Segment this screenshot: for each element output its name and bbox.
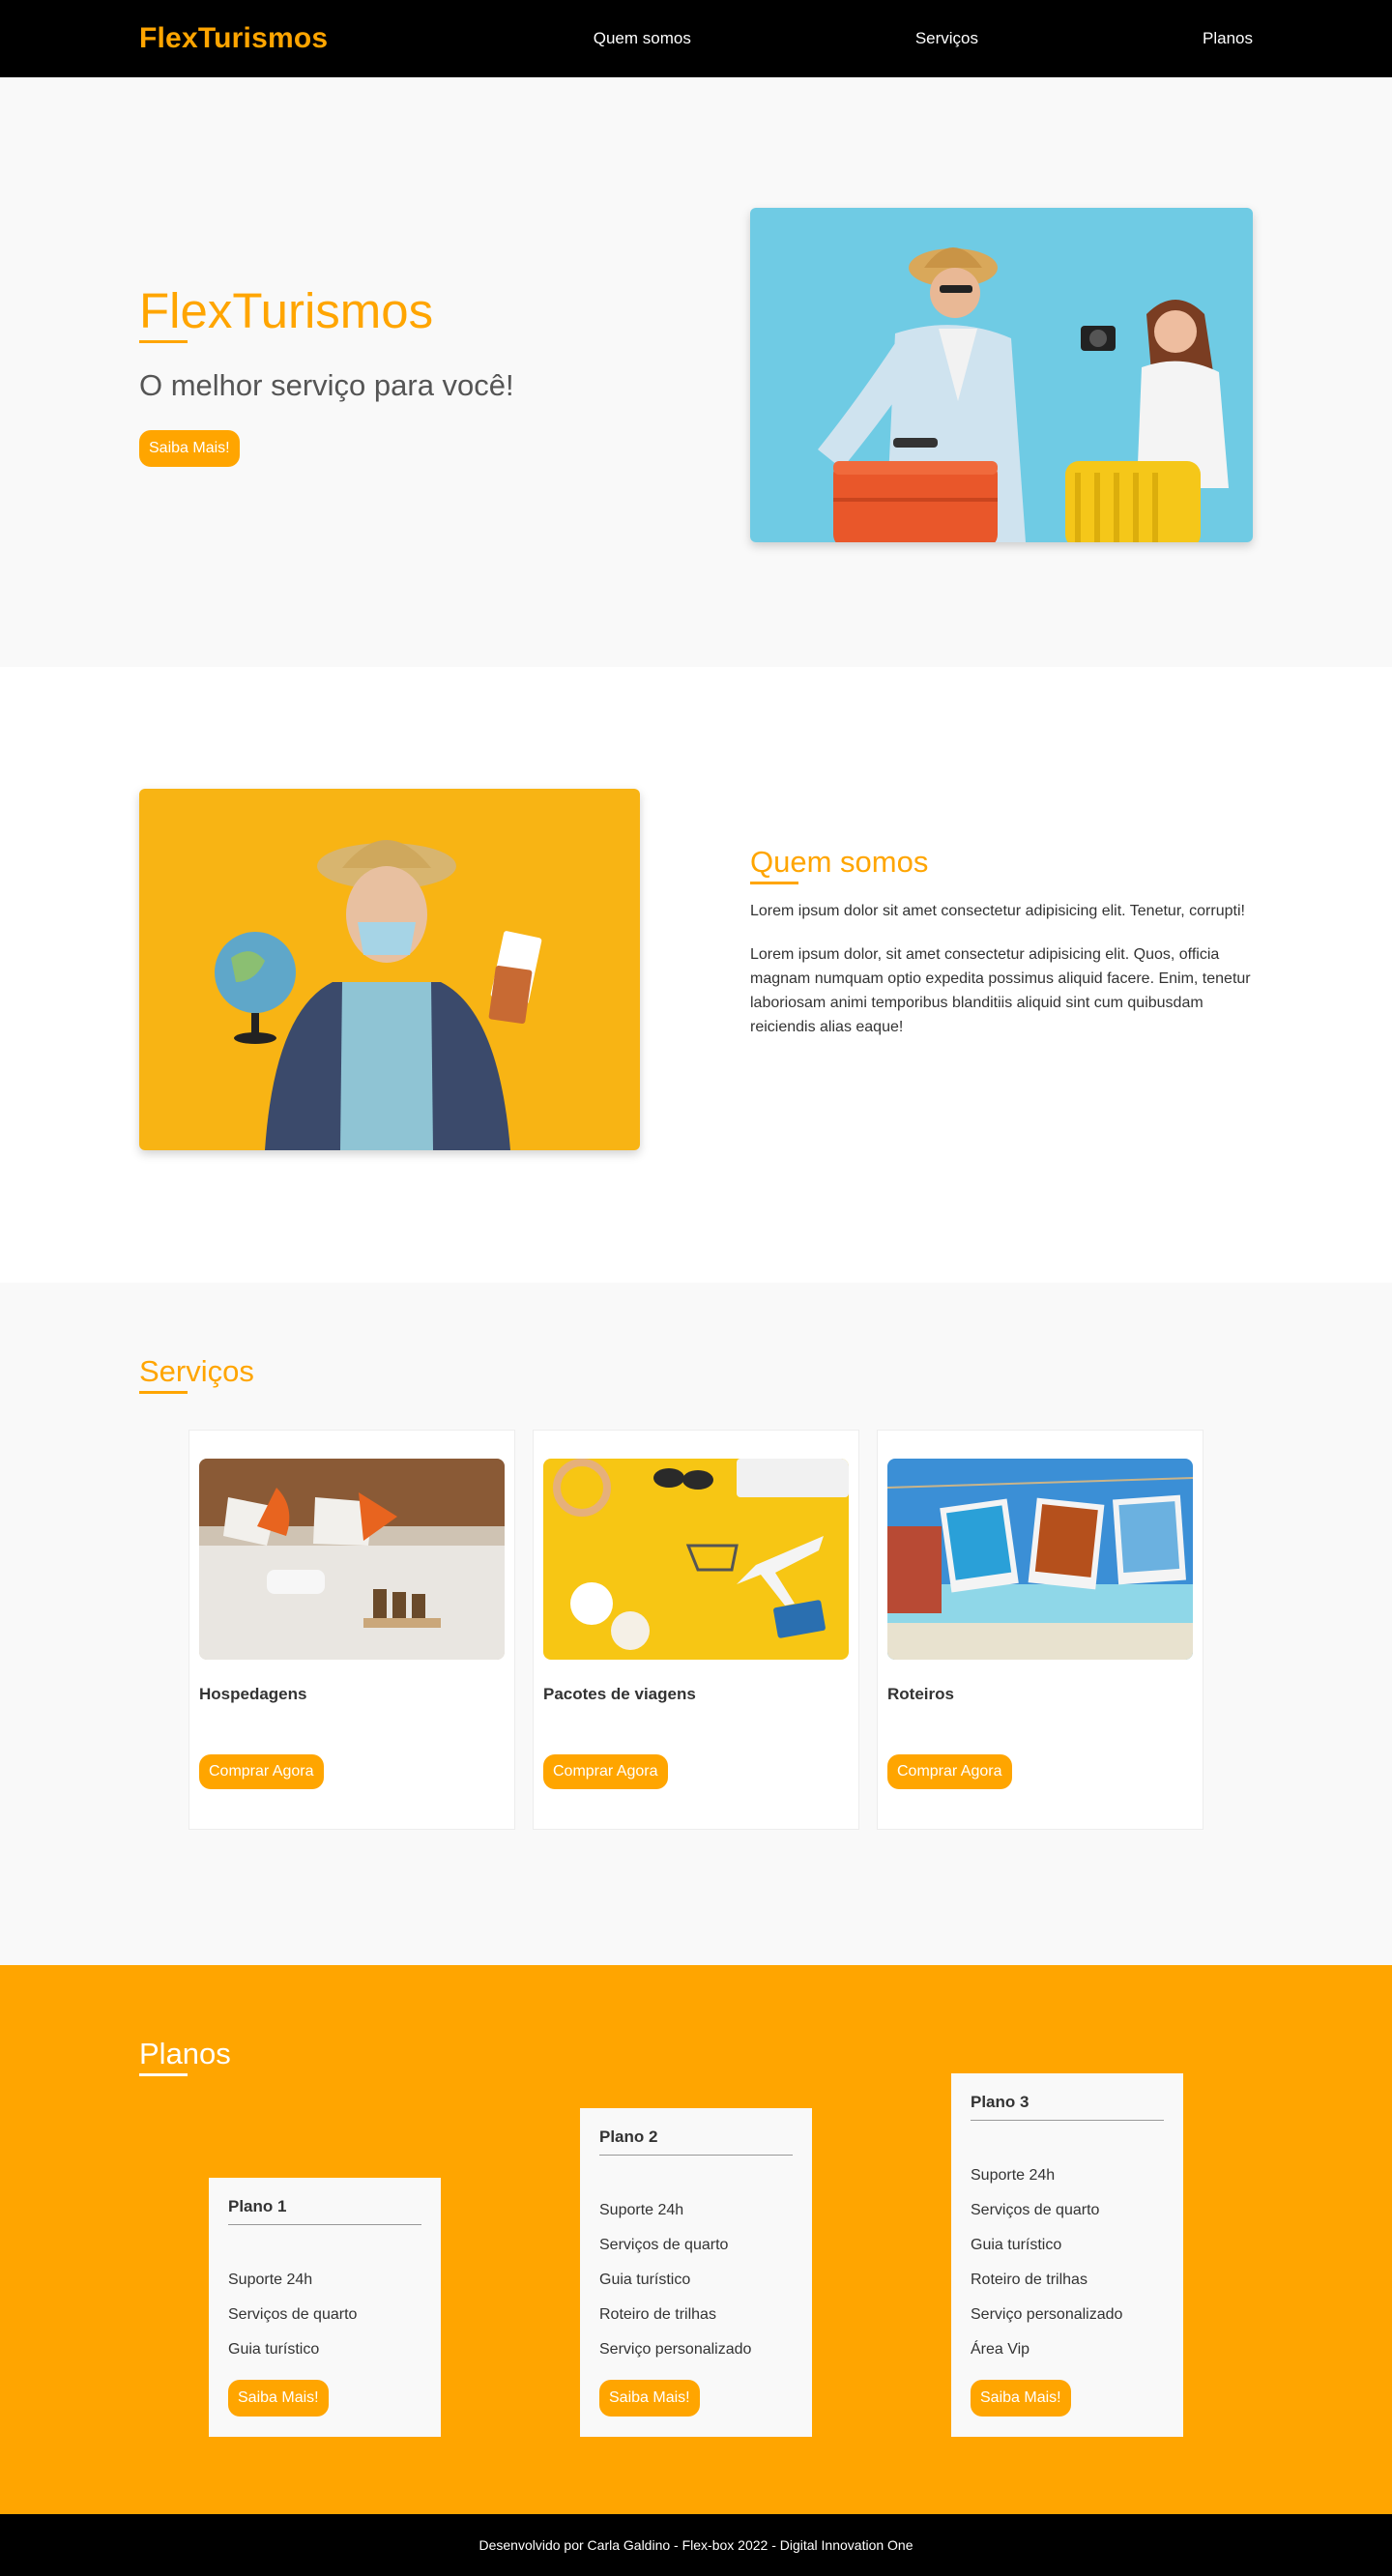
- comprar-agora-button[interactable]: Comprar Agora: [199, 1754, 324, 1789]
- hero-saiba-mais-button[interactable]: Saiba Mais!: [139, 429, 240, 467]
- footer-credits: Desenvolvido por Carla Galdino - Flex-bo…: [478, 2537, 914, 2553]
- hero-text: FlexTurismos O melhor serviço para você!…: [139, 278, 603, 467]
- plan-feature: Roteiro de trilhas: [599, 2306, 716, 2323]
- plan-feature: Serviços de quarto: [228, 2306, 358, 2323]
- plan-card-1: Plano 1 Suporte 24h Serviços de quarto G…: [209, 2178, 441, 2437]
- plans-title: Planos: [139, 2037, 231, 2076]
- comprar-agora-button[interactable]: Comprar Agora: [543, 1754, 668, 1789]
- services-cards: Hospedagens Comprar Agora Pacotes de via…: [139, 1430, 1253, 1830]
- plan-feature: Área Vip: [971, 2341, 1030, 2358]
- plan-title: Plano 1: [228, 2197, 421, 2225]
- plan-card-3: Plano 3 Suporte 24h Serviços de quarto G…: [951, 2073, 1183, 2437]
- plan-saiba-mais-button[interactable]: Saiba Mais!: [971, 2380, 1071, 2417]
- plans-section: Planos Plano 1 Suporte 24h Serviços de q…: [0, 1965, 1392, 2514]
- service-card-roteiros: Roteiros Comprar Agora: [877, 1430, 1204, 1830]
- beach-photos-image: [887, 1459, 1193, 1660]
- plan-title: Plano 2: [599, 2127, 793, 2156]
- hero-title: FlexTurismos: [139, 282, 434, 343]
- plan-feature: Guia turístico: [228, 2341, 320, 2358]
- site-header: FlexTurismos Quem somos Serviços Planos: [0, 0, 1392, 77]
- main-nav: Quem somos Serviços Planos: [594, 29, 1253, 48]
- service-card-title: Hospedagens: [199, 1685, 307, 1703]
- about-section: Quem somos Lorem ipsum dolor sit amet co…: [0, 667, 1392, 1283]
- travel-items-image: [543, 1459, 849, 1660]
- about-title: Quem somos: [750, 845, 929, 884]
- plan-feature: Roteiro de trilhas: [971, 2272, 1088, 2288]
- services-section: Serviços Hospedagens Comprar Agora Pacot…: [0, 1283, 1392, 1965]
- plan-card-2: Plano 2 Suporte 24h Serviços de quarto G…: [580, 2108, 812, 2437]
- nav-link-quem-somos[interactable]: Quem somos: [594, 29, 691, 48]
- plan-feature: Guia turístico: [599, 2272, 691, 2288]
- nav-link-planos[interactable]: Planos: [1203, 29, 1253, 48]
- about-paragraph-1: Lorem ipsum dolor sit amet consectetur a…: [750, 903, 1245, 919]
- site-footer: Desenvolvido por Carla Galdino - Flex-bo…: [0, 2514, 1392, 2576]
- plan-feature: Serviço personalizado: [599, 2341, 752, 2358]
- about-text: Quem somos Lorem ipsum dolor sit amet co…: [750, 845, 1253, 1039]
- hero-section: FlexTurismos O melhor serviço para você!…: [0, 77, 1392, 667]
- hero-travel-couple-image: [750, 208, 1253, 542]
- plan-features: Suporte 24h Serviços de quarto Guia turí…: [971, 2167, 1164, 2376]
- hero-subtitle: O melhor serviço para você!: [139, 367, 514, 402]
- plan-feature: Suporte 24h: [228, 2272, 313, 2288]
- hotel-room-image: [199, 1459, 505, 1660]
- plan-feature: Serviços de quarto: [599, 2237, 729, 2253]
- services-title: Serviços: [139, 1354, 254, 1394]
- plan-features: Suporte 24h Serviços de quarto Guia turí…: [228, 2272, 421, 2376]
- plan-feature: Guia turístico: [971, 2237, 1062, 2253]
- service-card-pacotes: Pacotes de viagens Comprar Agora: [533, 1430, 859, 1830]
- plan-saiba-mais-button[interactable]: Saiba Mais!: [599, 2380, 700, 2417]
- about-traveler-image: [139, 788, 640, 1150]
- plan-features: Suporte 24h Serviços de quarto Guia turí…: [599, 2202, 793, 2376]
- service-card-title: Pacotes de viagens: [543, 1685, 696, 1703]
- plan-feature: Serviços de quarto: [971, 2202, 1100, 2218]
- plan-feature: Suporte 24h: [971, 2167, 1056, 2184]
- nav-link-servicos[interactable]: Serviços: [915, 29, 978, 48]
- plan-feature: Suporte 24h: [599, 2202, 684, 2218]
- service-card-title: Roteiros: [887, 1685, 954, 1703]
- comprar-agora-button[interactable]: Comprar Agora: [887, 1754, 1012, 1789]
- service-card-hospedagens: Hospedagens Comprar Agora: [188, 1430, 515, 1830]
- about-paragraph-2: Lorem ipsum dolor, sit amet consectetur …: [750, 946, 1251, 1035]
- plan-saiba-mais-button[interactable]: Saiba Mais!: [228, 2380, 329, 2417]
- site-logo[interactable]: FlexTurismos: [139, 22, 328, 55]
- plan-feature: Serviço personalizado: [971, 2306, 1123, 2323]
- plan-title: Plano 3: [971, 2093, 1164, 2121]
